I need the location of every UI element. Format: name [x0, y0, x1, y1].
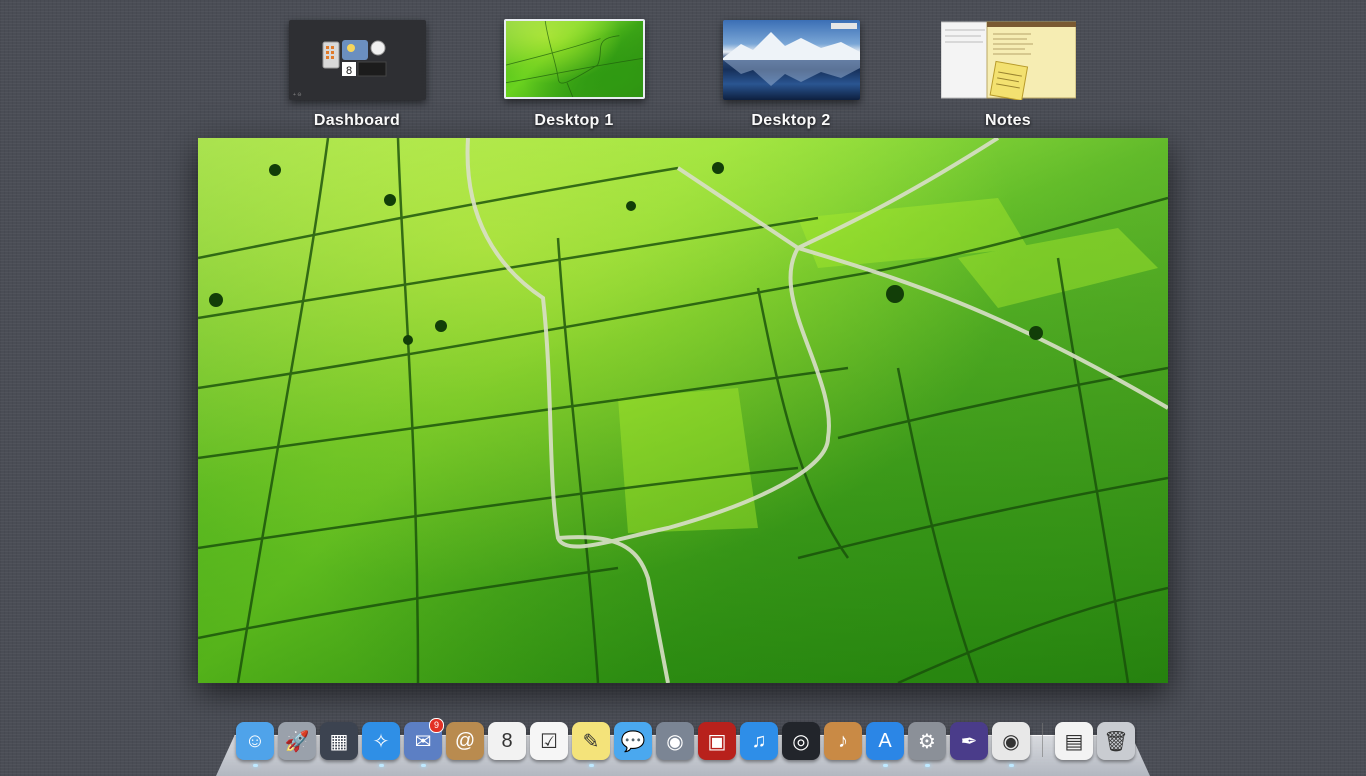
space-thumb-dashboard[interactable]: 8 + ⊖: [289, 20, 426, 100]
system-preferences-icon[interactable]: ⚙: [908, 722, 946, 767]
calendar-glyph: 8: [501, 729, 513, 752]
notes-icon[interactable]: ✎: [572, 722, 610, 767]
notes-app-preview: [940, 21, 1077, 102]
reminders-icon[interactable]: ☑: [530, 722, 568, 760]
running-indicator: [379, 764, 384, 767]
trash-glyph: 🗑: [1103, 730, 1129, 753]
photo-booth-glyph: ▣: [707, 730, 727, 753]
running-indicator: [883, 764, 888, 767]
calendar-day: 8: [346, 65, 352, 77]
facetime-icon[interactable]: ◉: [656, 722, 694, 760]
system-preferences-glyph: ⚙: [918, 730, 936, 753]
running-indicator: [589, 764, 594, 767]
mission-control-glyph: ▦: [329, 730, 349, 753]
document-glyph: ▤: [1064, 730, 1084, 753]
finder-icon[interactable]: ☺: [236, 722, 274, 767]
running-indicator: [253, 764, 258, 767]
dock-separator: [1042, 723, 1043, 757]
space-label-desktop-2: Desktop 2: [751, 112, 831, 129]
contacts-glyph: @: [454, 729, 476, 752]
chrome-glyph: ◉: [1002, 730, 1020, 753]
current-desktop-preview[interactable]: [198, 138, 1168, 683]
itunes-glyph: ♫: [751, 729, 767, 752]
aperture-glyph: ◎: [792, 730, 810, 753]
desktop-2-wallpaper-preview: [723, 23, 860, 86]
launchpad-glyph: 🚀: [284, 730, 310, 753]
mail-glyph: ✉: [414, 730, 432, 753]
document-icon[interactable]: ▤: [1055, 722, 1093, 760]
facetime-glyph: ◉: [666, 730, 684, 753]
space-label-dashboard: Dashboard: [313, 112, 401, 129]
space-label-notes: Notes: [985, 112, 1031, 129]
space-thumb-desktop-2[interactable]: [723, 20, 860, 100]
reminders-glyph: ☑: [540, 730, 558, 753]
aperture-icon[interactable]: ◎: [782, 722, 820, 760]
space-thumb-notes[interactable]: [940, 20, 1077, 102]
garageband-icon[interactable]: ♪: [824, 722, 862, 760]
chrome-icon[interactable]: ◉: [992, 722, 1030, 767]
mail-icon[interactable]: ✉ 9: [404, 718, 444, 767]
itunes-icon[interactable]: ♫: [740, 722, 778, 760]
xcode-instruments-glyph: ✒: [960, 730, 978, 753]
space-label-desktop-1: Desktop 1: [534, 112, 614, 129]
messages-icon[interactable]: 💬: [614, 722, 652, 760]
rice-field-wallpaper: [198, 138, 1168, 683]
app-store-icon[interactable]: A: [866, 722, 904, 767]
safari-icon[interactable]: ✧: [362, 722, 400, 767]
safari-glyph: ✧: [372, 730, 390, 753]
running-indicator: [1009, 764, 1014, 767]
svg-text:+ ⊖: + ⊖: [293, 92, 302, 98]
launchpad-icon[interactable]: 🚀: [278, 722, 316, 760]
notes-glyph: ✎: [582, 730, 600, 753]
space-thumb-desktop-1[interactable]: [504, 19, 645, 99]
messages-glyph: 💬: [620, 730, 646, 753]
photo-booth-icon[interactable]: ▣: [698, 722, 736, 760]
xcode-instruments-icon[interactable]: ✒: [950, 722, 988, 760]
finder-glyph: ☺: [244, 729, 266, 752]
mission-control-icon[interactable]: ▦: [320, 722, 358, 760]
notification-badge: 9: [429, 718, 444, 733]
dock: ☺ 🚀 ▦ ✧ ✉ 9 @8 ☑ ✎ 💬 ◉ ▣ ♫ ◎ ♪ A ⚙ ✒ ◉ ▤ 🗑: [236, 716, 1135, 767]
garageband-glyph: ♪: [838, 729, 848, 752]
dashboard-widgets-preview: 8 + ⊖: [293, 40, 387, 98]
running-indicator: [421, 764, 426, 767]
trash-icon[interactable]: 🗑: [1097, 722, 1135, 760]
contacts-icon[interactable]: @: [446, 722, 484, 760]
running-indicator: [925, 764, 930, 767]
desktop-1-wallpaper-preview: [506, 21, 643, 97]
app-store-glyph: A: [878, 729, 892, 752]
calendar-icon[interactable]: 8: [488, 722, 526, 760]
